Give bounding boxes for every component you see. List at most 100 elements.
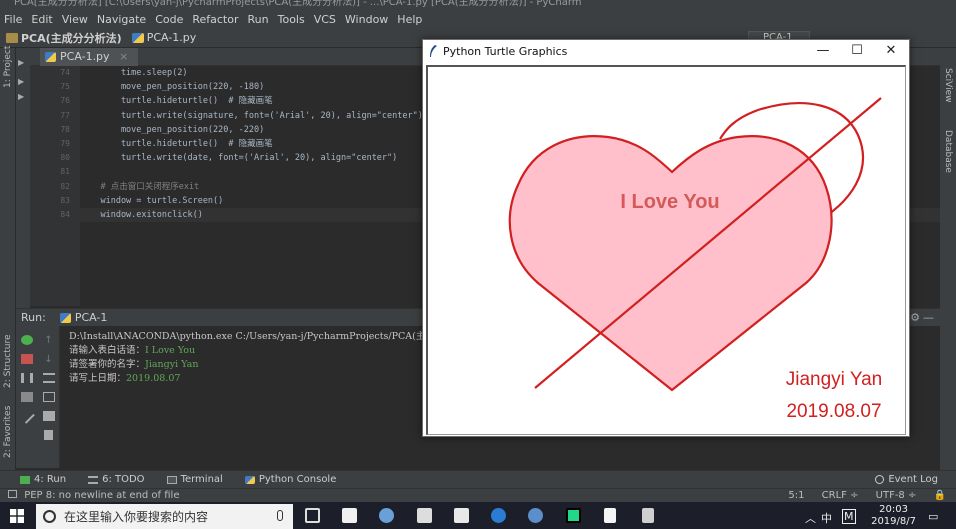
calculator-icon[interactable]	[417, 508, 432, 523]
breadcrumb-file[interactable]: PCA-1.py	[131, 31, 196, 44]
tab-terminal-label: Terminal	[180, 474, 223, 485]
trash-icon[interactable]	[44, 430, 53, 440]
python-console-icon	[244, 475, 255, 484]
event-log-button[interactable]: Event Log	[875, 474, 938, 485]
tree-arrow-icon[interactable]: ▶	[18, 92, 28, 101]
menu-item-window[interactable]: Window	[345, 13, 388, 26]
turtle-graphics-window[interactable]: Python Turtle Graphics — ☐ ✕ I Love You …	[422, 39, 910, 437]
console-prompt: 请输入表白话语：	[69, 345, 146, 356]
app-icon[interactable]	[642, 508, 654, 523]
breadcrumb-project[interactable]: PCA(主成分分析法)	[6, 30, 122, 46]
menu-item-view[interactable]: View	[62, 13, 88, 26]
menu-item-run[interactable]: Run	[248, 13, 269, 26]
search-placeholder: 在这里输入你要搜索的内容	[64, 510, 209, 524]
line-separator[interactable]: CRLF ÷	[822, 490, 859, 501]
menu-item-navigate[interactable]: Navigate	[97, 13, 146, 26]
console-prompt: 请签署你的名字：	[69, 359, 146, 370]
document-icon[interactable]	[604, 508, 616, 523]
stop-icon[interactable]	[21, 354, 33, 364]
line-number: 80	[60, 153, 70, 163]
console-user-input: Jiangyi Yan	[145, 359, 199, 370]
tab-todo[interactable]: 6: TODO	[88, 474, 145, 485]
microphone-icon[interactable]	[277, 510, 283, 521]
menu-item-edit[interactable]: Edit	[31, 13, 52, 26]
gear-icon[interactable]: ⚙	[910, 311, 920, 324]
editor-tab-label: PCA-1.py	[60, 50, 110, 63]
task-view-icon[interactable]	[305, 508, 320, 523]
run-icon	[20, 475, 30, 484]
menu-item-tools[interactable]: Tools	[278, 13, 305, 26]
status-bar: PEP 8: no newline at end of file 5:1 CRL…	[0, 488, 956, 502]
print-icon[interactable]	[42, 411, 55, 421]
tab-python-console-label: Python Console	[258, 474, 337, 485]
caret-position[interactable]: 5:1	[788, 490, 804, 501]
line-number: 83	[60, 195, 70, 205]
list-icon	[88, 475, 99, 484]
menu-item-help[interactable]: Help	[397, 13, 422, 26]
love-message: I Love You	[620, 191, 719, 213]
turtle-window-title: Python Turtle Graphics	[443, 44, 568, 58]
minimize-icon[interactable]: —	[923, 311, 934, 324]
soft-wrap-icon[interactable]	[42, 373, 55, 383]
pause-icon[interactable]	[21, 373, 33, 383]
run-panel-label: Run:	[21, 311, 46, 324]
menu-item-vcs[interactable]: VCS	[314, 13, 336, 26]
status-icon	[8, 490, 17, 498]
run-tab-pca-1[interactable]: PCA-1	[59, 311, 108, 324]
line-number: 78	[60, 124, 70, 134]
console-prompt: 请写上日期：	[69, 373, 127, 384]
close-icon[interactable]: ×	[119, 50, 128, 63]
clock[interactable]: 20:03 2019/8/7	[871, 504, 916, 528]
tab-terminal[interactable]: Terminal	[166, 474, 223, 485]
file-encoding[interactable]: UTF-8 ÷	[876, 490, 917, 501]
edge-icon[interactable]	[491, 508, 506, 523]
pin-icon[interactable]	[19, 408, 35, 424]
console-user-input: 2019.08.07	[126, 373, 181, 384]
tab-project[interactable]: 1: Project	[3, 46, 13, 88]
menu-item-code[interactable]: Code	[155, 13, 183, 26]
run-tab-label: PCA-1	[74, 311, 108, 324]
browser-icon[interactable]	[528, 508, 543, 523]
tree-arrow-icon[interactable]: ▶	[18, 58, 28, 67]
folder-icon	[6, 32, 18, 43]
chevron-up-icon[interactable]: ︿	[805, 510, 816, 526]
close-button[interactable]: ✕	[874, 42, 908, 60]
arrow-up-icon[interactable]: ↑	[43, 335, 55, 346]
ime-indicator[interactable]: 中	[821, 510, 832, 526]
maximize-button[interactable]: ☐	[840, 42, 874, 60]
turtle-canvas[interactable]: I Love You Jiangyi Yan 2019.08.07	[426, 65, 906, 435]
arrow-down-icon[interactable]: ↓	[43, 354, 55, 365]
run-toolbar-secondary: ↑ ↓	[38, 326, 60, 468]
lock-icon[interactable]: 🔒	[934, 490, 946, 501]
ime-mode-indicator[interactable]: M	[842, 509, 856, 524]
tree-arrow-icon[interactable]: ▶	[18, 77, 28, 86]
menu-item-file[interactable]: File	[4, 13, 22, 26]
feather-icon	[430, 45, 437, 57]
event-log-icon	[875, 475, 885, 484]
pycharm-icon[interactable]	[566, 508, 581, 523]
windows-start-icon[interactable]	[10, 509, 24, 523]
tab-structure[interactable]: 2: Structure	[3, 335, 13, 389]
line-number: 82	[60, 181, 70, 191]
tab-run[interactable]: 4: Run	[20, 474, 66, 485]
notepad-icon[interactable]	[454, 508, 469, 523]
taskbar-search-input[interactable]: 在这里输入你要搜索的内容	[36, 504, 293, 529]
store-icon[interactable]	[342, 508, 357, 523]
windows-taskbar: 在这里输入你要搜索的内容 ︿ 中 M 20:03 2019/8/7 ▭	[0, 502, 956, 529]
minimize-button[interactable]: —	[806, 42, 840, 60]
tab-database[interactable]: Database	[943, 130, 953, 173]
tab-python-console[interactable]: Python Console	[244, 474, 337, 485]
tab-todo-label: 6: TODO	[102, 474, 145, 485]
rerun-icon[interactable]	[21, 335, 33, 345]
notification-icon[interactable]: ▭	[928, 510, 938, 523]
paint-icon[interactable]	[379, 508, 394, 523]
ide-title-bar: PCA[主成分分析法] [C:\Users\yan-j\PycharmProje…	[0, 0, 956, 10]
menu-item-refactor[interactable]: Refactor	[192, 13, 238, 26]
tab-favorites[interactable]: 2: Favorites	[3, 406, 13, 458]
editor-tab-pca-1[interactable]: PCA-1.py ×	[40, 48, 139, 66]
scroll-to-end-icon[interactable]	[42, 392, 55, 402]
tab-sciview[interactable]: SciView	[943, 68, 953, 103]
terminal-icon	[166, 475, 177, 484]
layout-icon[interactable]	[21, 392, 33, 402]
python-file-icon	[45, 52, 56, 62]
